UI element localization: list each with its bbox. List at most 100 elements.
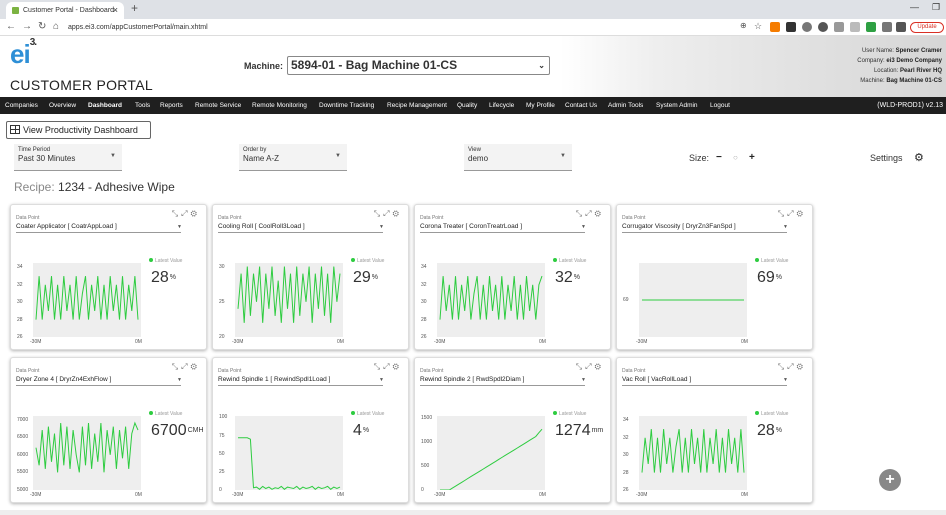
collapse-icon[interactable]: ⤡ — [576, 209, 585, 218]
extension-icon[interactable] — [850, 22, 860, 32]
gear-icon[interactable]: ⚙ — [393, 209, 402, 218]
menu-item-system-admin[interactable]: System Admin — [656, 97, 698, 114]
x-tick-label: 0M — [337, 492, 344, 498]
forward-icon[interactable]: → — [22, 21, 32, 32]
gear-icon[interactable]: ⚙ — [595, 209, 604, 218]
extension-icon[interactable] — [834, 22, 844, 32]
collapse-icon[interactable]: ⤡ — [778, 362, 787, 371]
data-point-select[interactable]: Vac Roll [ VacRollLoad ] — [622, 376, 787, 386]
y-tick-label: 34 — [623, 417, 629, 424]
menu-item-dashboard[interactable]: Dashboard — [88, 97, 122, 114]
extension-icon[interactable] — [866, 22, 876, 32]
back-icon[interactable]: ← — [6, 21, 16, 32]
menu-item-companies[interactable]: Companies — [5, 97, 38, 114]
menu-item-admin-tools[interactable]: Admin Tools — [608, 97, 643, 114]
status-dot-icon — [553, 258, 557, 262]
dropdown-arrow-icon: ▼ — [177, 377, 182, 383]
size-decrease-button[interactable]: − — [716, 152, 722, 163]
minimize-icon[interactable]: — — [910, 2, 919, 12]
horizontal-scrollbar[interactable] — [0, 510, 946, 515]
y-tick-label: 25 — [219, 298, 225, 305]
view-productivity-dashboard-button[interactable]: View Productivity Dashboard — [6, 121, 151, 139]
gear-icon[interactable]: ⚙ — [595, 362, 604, 371]
menu-item-recipe-management[interactable]: Recipe Management — [387, 97, 447, 114]
collapse-icon[interactable]: ⤡ — [172, 209, 181, 218]
latest-value-label: Latest Value — [755, 411, 788, 417]
extension-icon[interactable] — [786, 22, 796, 32]
collapse-icon[interactable]: ⤡ — [374, 209, 383, 218]
x-tick-label: -30M — [636, 339, 648, 345]
expand-icon[interactable]: ⤢ — [181, 209, 190, 218]
machine-select[interactable]: 5894-01 - Bag Machine 01-CS ⌄ — [287, 56, 550, 75]
expand-icon[interactable]: ⤢ — [787, 362, 796, 371]
gear-icon[interactable]: ⚙ — [797, 362, 806, 371]
gear-icon[interactable]: ⚙ — [191, 209, 200, 218]
data-point-select[interactable]: Cooling Roll [ CoolRoll3Load ] — [218, 223, 383, 233]
extension-icon[interactable] — [882, 22, 892, 32]
gear-icon[interactable]: ⚙ — [914, 151, 924, 164]
collapse-icon[interactable]: ⤡ — [172, 362, 181, 371]
collapse-icon[interactable]: ⤡ — [374, 362, 383, 371]
home-icon[interactable]: ⌂ — [53, 21, 59, 32]
data-point-select[interactable]: Rewind Spindle 1 [ RewindSpdl1Load ] — [218, 376, 383, 386]
gear-icon[interactable]: ⚙ — [797, 209, 806, 218]
status-dot-icon — [149, 258, 153, 262]
view-select[interactable]: View demo ▼ — [464, 144, 572, 171]
expand-icon[interactable]: ⤢ — [383, 209, 392, 218]
expand-icon[interactable]: ⤢ — [383, 362, 392, 371]
extension-icon[interactable] — [818, 22, 828, 32]
datapoint-card: ⤡⤢⚙ Data Point Coater Applicator [ Coatr… — [10, 204, 207, 350]
ei3-logo[interactable]: ei3. — [10, 37, 37, 70]
user-info: User Name: Spencer Cramer Company: ei3 D… — [857, 48, 942, 84]
extension-icon[interactable] — [802, 22, 812, 32]
menu-item-reports[interactable]: Reports — [160, 97, 183, 114]
expand-icon[interactable]: ⤢ — [585, 362, 594, 371]
collapse-icon[interactable]: ⤡ — [778, 209, 787, 218]
expand-icon[interactable]: ⤢ — [585, 209, 594, 218]
data-point-select[interactable]: Dryer Zone 4 [ DryrZn4ExhFlow ] — [16, 376, 181, 386]
bookmark-star-icon[interactable]: ☆ — [754, 21, 762, 32]
data-point-select[interactable]: Corrugator Viscosity [ DryrZn3FanSpd ] — [622, 223, 787, 233]
size-slider-handle[interactable]: ○ — [733, 153, 738, 162]
menu-item-downtime-tracking[interactable]: Downtime Tracking — [319, 97, 374, 114]
size-increase-button[interactable]: + — [749, 152, 755, 163]
y-tick-label: 32 — [17, 281, 23, 288]
y-tick-label: 0 — [421, 487, 424, 493]
restore-icon[interactable]: ❐ — [932, 2, 940, 13]
menu-item-contact-us[interactable]: Contact Us — [565, 97, 597, 114]
data-point-select[interactable]: Coater Applicator [ CoatrAppLoad ] — [16, 223, 181, 233]
dropdown-arrow-icon: ▼ — [581, 377, 586, 383]
gear-icon[interactable]: ⚙ — [191, 362, 200, 371]
order-by-select[interactable]: Order by Name A-Z ▼ — [239, 144, 347, 171]
menu-item-remote-service[interactable]: Remote Service — [195, 97, 241, 114]
menu-item-tools[interactable]: Tools — [135, 97, 150, 114]
expand-icon[interactable]: ⤢ — [181, 362, 190, 371]
time-period-select[interactable]: Time Period Past 30 Minutes ▼ — [14, 144, 122, 171]
latest-value-label: Latest Value — [149, 258, 182, 264]
data-point-select[interactable]: Corona Treater [ CoronTreatrLoad ] — [420, 223, 585, 233]
puzzle-icon[interactable] — [896, 22, 906, 32]
menu-item-lifecycle[interactable]: Lifecycle — [489, 97, 514, 114]
browser-tab-strip: Customer Portal - Dashboard × + — ❐ — [0, 0, 946, 19]
browser-tab[interactable]: Customer Portal - Dashboard × — [6, 2, 124, 19]
menu-item-quality[interactable]: Quality — [457, 97, 477, 114]
update-button[interactable]: Update — [910, 22, 944, 33]
reload-icon[interactable]: ↻ — [38, 21, 46, 32]
url-field[interactable]: apps.ei3.com/appCustomerPortal/main.xhtm… — [68, 22, 728, 34]
menu-item-remote-monitoring[interactable]: Remote Monitoring — [252, 97, 307, 114]
new-tab-icon[interactable]: + — [131, 1, 138, 15]
zoom-icon[interactable]: ⊕ — [740, 21, 747, 30]
gear-icon[interactable]: ⚙ — [393, 362, 402, 371]
close-tab-icon[interactable]: × — [113, 2, 118, 19]
add-widget-button[interactable]: + — [879, 469, 901, 491]
menu-item-logout[interactable]: Logout — [710, 97, 730, 114]
collapse-icon[interactable]: ⤡ — [576, 362, 585, 371]
card-controls: ⤡⤢⚙ — [778, 362, 806, 372]
menu-item-my-profile[interactable]: My Profile — [526, 97, 555, 114]
extension-icon[interactable] — [770, 22, 780, 32]
data-point-select[interactable]: Rewind Spindle 2 [ RwdSpdl2Diam ] — [420, 376, 585, 386]
settings-link[interactable]: Settings — [870, 153, 903, 163]
value-unit: % — [371, 274, 379, 282]
expand-icon[interactable]: ⤢ — [787, 209, 796, 218]
menu-item-overview[interactable]: Overview — [49, 97, 76, 114]
